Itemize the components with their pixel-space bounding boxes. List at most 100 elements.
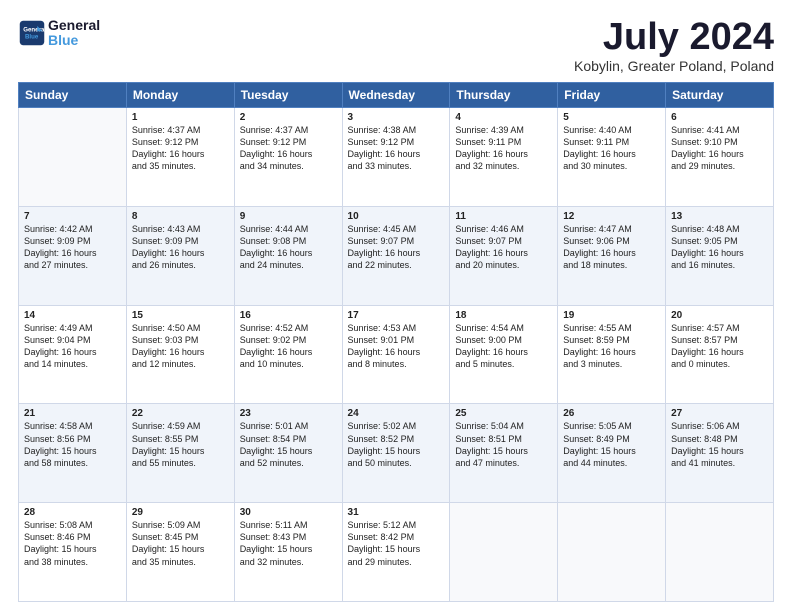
day-info: Sunrise: 4:45 AM Sunset: 9:07 PM Dayligh… [348, 223, 445, 272]
day-number: 6 [671, 112, 768, 123]
day-number: 31 [348, 507, 445, 518]
day-info: Sunrise: 5:01 AM Sunset: 8:54 PM Dayligh… [240, 420, 337, 469]
day-number: 27 [671, 408, 768, 419]
logo-line1: General [48, 18, 100, 33]
day-info: Sunrise: 5:11 AM Sunset: 8:43 PM Dayligh… [240, 519, 337, 568]
day-number: 5 [563, 112, 660, 123]
day-cell: 31Sunrise: 5:12 AM Sunset: 8:42 PM Dayli… [342, 503, 450, 602]
calendar-body: 1 Sunrise: 4:37 AM Sunset: 9:12 PM Daylig… [19, 108, 774, 602]
day-cell: 1Sunrise: 4:37 AM Sunset: 9:12 PM Daylig… [126, 108, 234, 207]
day-info: Sunrise: 4:49 AM Sunset: 9:04 PM Dayligh… [24, 322, 121, 371]
day-cell: 16Sunrise: 4:52 AM Sunset: 9:02 PM Dayli… [234, 305, 342, 404]
header-day-tuesday: Tuesday [234, 83, 342, 108]
day-info: Sunrise: 4:50 AM Sunset: 9:03 PM Dayligh… [132, 322, 229, 371]
day-info: Sunrise: 4:38 AM Sunset: 9:12 PM Dayligh… [348, 124, 445, 173]
day-number: 26 [563, 408, 660, 419]
calendar-table: SundayMondayTuesdayWednesdayThursdayFrid… [18, 82, 774, 602]
page: General Blue General Blue July 2024 Koby… [0, 0, 792, 612]
day-info: Sunrise: 4:55 AM Sunset: 8:59 PM Dayligh… [563, 322, 660, 371]
svg-text:General: General [23, 27, 46, 34]
title-block: July 2024 Kobylin, Greater Poland, Polan… [574, 18, 774, 74]
week-row: 28Sunrise: 5:08 AM Sunset: 8:46 PM Dayli… [19, 503, 774, 602]
day-cell [19, 108, 127, 207]
day-info: Sunrise: 4:54 AM Sunset: 9:00 PM Dayligh… [455, 322, 552, 371]
day-number: 18 [455, 310, 552, 321]
day-number: 28 [24, 507, 121, 518]
day-cell: 10Sunrise: 4:45 AM Sunset: 9:07 PM Dayli… [342, 206, 450, 305]
day-number: 23 [240, 408, 337, 419]
day-cell: 22Sunrise: 4:59 AM Sunset: 8:55 PM Dayli… [126, 404, 234, 503]
calendar-header: SundayMondayTuesdayWednesdayThursdayFrid… [19, 83, 774, 108]
header-day-saturday: Saturday [666, 83, 774, 108]
logo: General Blue General Blue [18, 18, 100, 49]
week-row: 14Sunrise: 4:49 AM Sunset: 9:04 PM Dayli… [19, 305, 774, 404]
day-number: 4 [455, 112, 552, 123]
header-day-monday: Monday [126, 83, 234, 108]
day-cell: 23Sunrise: 5:01 AM Sunset: 8:54 PM Dayli… [234, 404, 342, 503]
day-info: Sunrise: 4:40 AM Sunset: 9:11 PM Dayligh… [563, 124, 660, 173]
day-cell: 14Sunrise: 4:49 AM Sunset: 9:04 PM Dayli… [19, 305, 127, 404]
day-cell: 17Sunrise: 4:53 AM Sunset: 9:01 PM Dayli… [342, 305, 450, 404]
day-cell [666, 503, 774, 602]
day-number: 29 [132, 507, 229, 518]
week-row: 21Sunrise: 4:58 AM Sunset: 8:56 PM Dayli… [19, 404, 774, 503]
day-info: Sunrise: 4:41 AM Sunset: 9:10 PM Dayligh… [671, 124, 768, 173]
svg-text:Blue: Blue [25, 34, 39, 41]
day-cell: 27Sunrise: 5:06 AM Sunset: 8:48 PM Dayli… [666, 404, 774, 503]
day-number: 1 [132, 112, 229, 123]
day-cell: 29Sunrise: 5:09 AM Sunset: 8:45 PM Dayli… [126, 503, 234, 602]
day-number: 17 [348, 310, 445, 321]
day-number: 12 [563, 211, 660, 222]
day-info: Sunrise: 4:47 AM Sunset: 9:06 PM Dayligh… [563, 223, 660, 272]
header-day-thursday: Thursday [450, 83, 558, 108]
day-number: 24 [348, 408, 445, 419]
day-info: Sunrise: 5:08 AM Sunset: 8:46 PM Dayligh… [24, 519, 121, 568]
subtitle: Kobylin, Greater Poland, Poland [574, 58, 774, 74]
day-info: Sunrise: 4:48 AM Sunset: 9:05 PM Dayligh… [671, 223, 768, 272]
day-number: 16 [240, 310, 337, 321]
day-info: Sunrise: 4:59 AM Sunset: 8:55 PM Dayligh… [132, 420, 229, 469]
day-info: Sunrise: 5:02 AM Sunset: 8:52 PM Dayligh… [348, 420, 445, 469]
day-number: 10 [348, 211, 445, 222]
day-number: 14 [24, 310, 121, 321]
day-cell: 15Sunrise: 4:50 AM Sunset: 9:03 PM Dayli… [126, 305, 234, 404]
day-cell: 28Sunrise: 5:08 AM Sunset: 8:46 PM Dayli… [19, 503, 127, 602]
header-day-sunday: Sunday [19, 83, 127, 108]
day-info: Sunrise: 4:39 AM Sunset: 9:11 PM Dayligh… [455, 124, 552, 173]
day-number: 15 [132, 310, 229, 321]
day-info: Sunrise: 4:52 AM Sunset: 9:02 PM Dayligh… [240, 322, 337, 371]
day-cell: 3Sunrise: 4:38 AM Sunset: 9:12 PM Daylig… [342, 108, 450, 207]
day-info: Sunrise: 4:37 AM Sunset: 9:12 PM Dayligh… [240, 124, 337, 173]
header-day-friday: Friday [558, 83, 666, 108]
day-info: Sunrise: 4:46 AM Sunset: 9:07 PM Dayligh… [455, 223, 552, 272]
day-info: Sunrise: 4:53 AM Sunset: 9:01 PM Dayligh… [348, 322, 445, 371]
day-info: Sunrise: 5:09 AM Sunset: 8:45 PM Dayligh… [132, 519, 229, 568]
day-number: 13 [671, 211, 768, 222]
day-number: 11 [455, 211, 552, 222]
day-cell: 25Sunrise: 5:04 AM Sunset: 8:51 PM Dayli… [450, 404, 558, 503]
day-number: 21 [24, 408, 121, 419]
day-cell: 9Sunrise: 4:44 AM Sunset: 9:08 PM Daylig… [234, 206, 342, 305]
day-cell: 5Sunrise: 4:40 AM Sunset: 9:11 PM Daylig… [558, 108, 666, 207]
week-row: 1 Sunrise: 4:37 AM Sunset: 9:12 PM Daylig… [19, 108, 774, 207]
day-number: 8 [132, 211, 229, 222]
day-cell [558, 503, 666, 602]
day-number: 3 [348, 112, 445, 123]
day-cell: 12Sunrise: 4:47 AM Sunset: 9:06 PM Dayli… [558, 206, 666, 305]
day-number: 20 [671, 310, 768, 321]
day-number: 30 [240, 507, 337, 518]
day-cell: 8Sunrise: 4:43 AM Sunset: 9:09 PM Daylig… [126, 206, 234, 305]
day-cell: 24Sunrise: 5:02 AM Sunset: 8:52 PM Dayli… [342, 404, 450, 503]
logo-icon: General Blue [18, 19, 46, 47]
day-cell: 11Sunrise: 4:46 AM Sunset: 9:07 PM Dayli… [450, 206, 558, 305]
day-number: 19 [563, 310, 660, 321]
day-cell: 26Sunrise: 5:05 AM Sunset: 8:49 PM Dayli… [558, 404, 666, 503]
day-info: Sunrise: 5:05 AM Sunset: 8:49 PM Dayligh… [563, 420, 660, 469]
day-info: Sunrise: 4:58 AM Sunset: 8:56 PM Dayligh… [24, 420, 121, 469]
day-info: Sunrise: 4:42 AM Sunset: 9:09 PM Dayligh… [24, 223, 121, 272]
day-cell: 19Sunrise: 4:55 AM Sunset: 8:59 PM Dayli… [558, 305, 666, 404]
day-number: 9 [240, 211, 337, 222]
day-cell: 2Sunrise: 4:37 AM Sunset: 9:12 PM Daylig… [234, 108, 342, 207]
day-cell: 30Sunrise: 5:11 AM Sunset: 8:43 PM Dayli… [234, 503, 342, 602]
day-number: 25 [455, 408, 552, 419]
